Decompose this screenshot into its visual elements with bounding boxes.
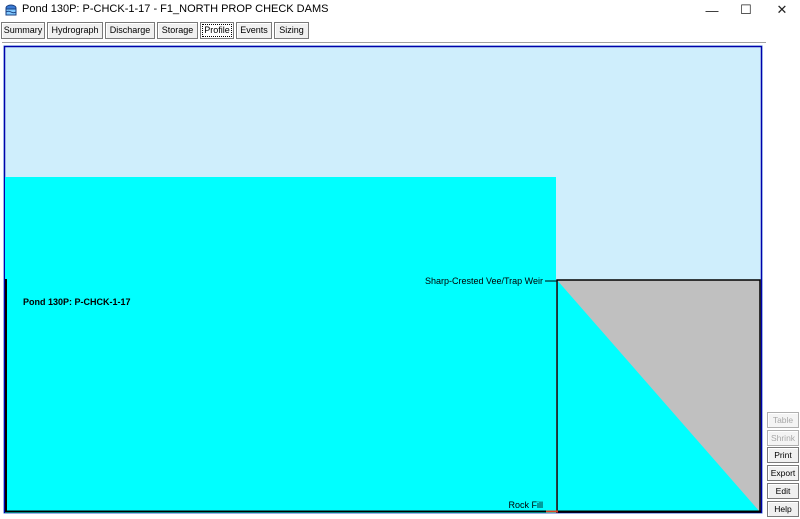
edit-button[interactable]: Edit [767,483,799,499]
pond-label: Pond 130P: P-CHCK-1-17 [23,297,131,307]
tab-divider [2,42,766,44]
tab-storage[interactable]: Storage [157,22,198,39]
tab-profile[interactable]: Profile [200,22,234,39]
profile-plot: Pond 130P: P-CHCK-1-17 Sharp-Crested Vee… [3,45,763,514]
export-button[interactable]: Export [767,465,799,481]
print-button[interactable]: Print [767,447,799,463]
close-button[interactable]: ✕ [764,0,800,20]
tab-discharge[interactable]: Discharge [105,22,155,39]
shrink-button[interactable]: Shrink [767,430,799,446]
maximize-button[interactable]: ☐ [728,0,764,20]
table-button[interactable]: Table [767,412,799,428]
rock-fill-label: Rock Fill [508,500,543,510]
minimize-button[interactable]: — [694,0,730,20]
pond-water [5,177,556,513]
help-button[interactable]: Help [767,501,799,517]
tab-bar: Summary Hydrograph Discharge Storage Pro… [0,20,800,40]
window-title: Pond 130P: P-CHCK-1-17 - F1_NORTH PROP C… [22,3,329,15]
outlet-label: Sharp-Crested Vee/Trap Weir [425,276,543,286]
tab-sizing[interactable]: Sizing [274,22,309,39]
tab-hydrograph[interactable]: Hydrograph [47,22,103,39]
title-bar: Pond 130P: P-CHCK-1-17 - F1_NORTH PROP C… [0,0,800,20]
pond-app-icon [5,4,17,16]
tab-events[interactable]: Events [236,22,272,39]
tab-summary[interactable]: Summary [1,22,45,39]
